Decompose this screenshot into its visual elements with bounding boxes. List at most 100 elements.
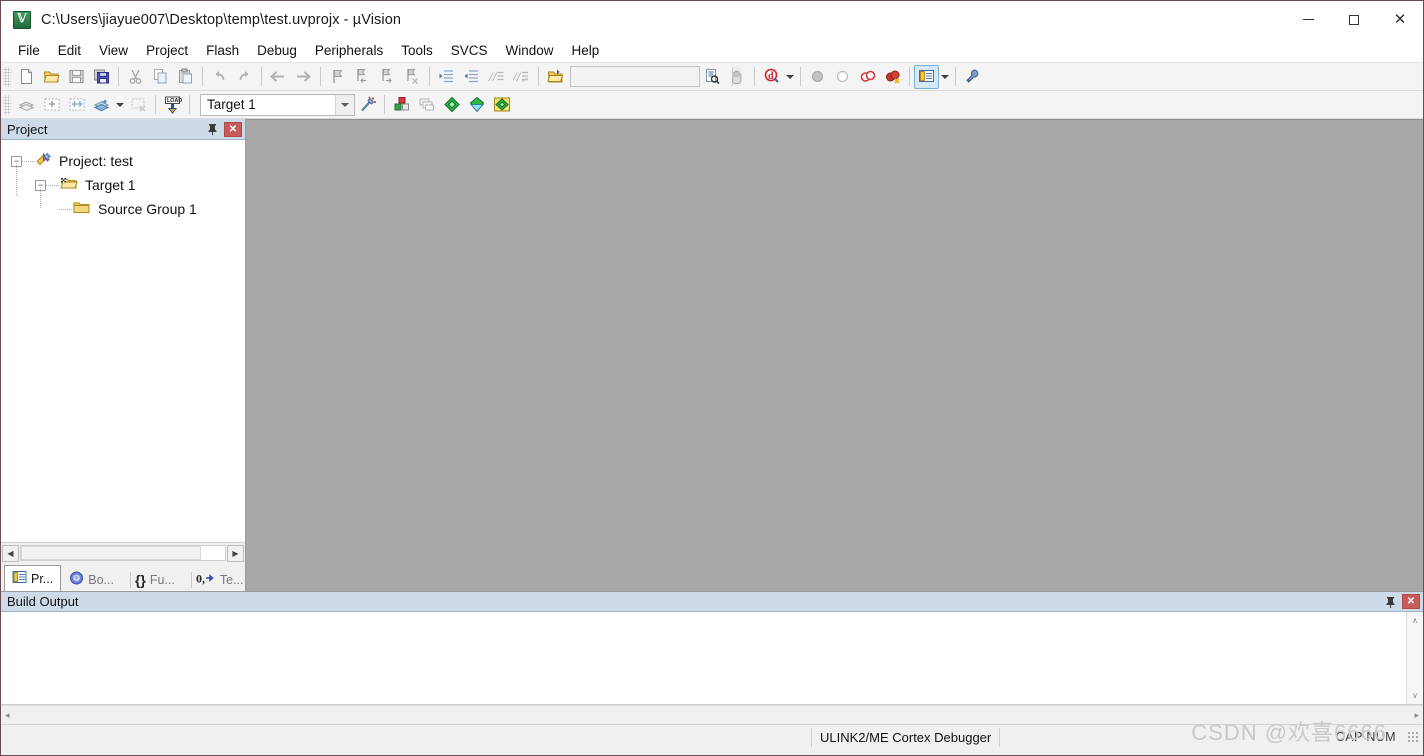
menu-tools[interactable]: Tools <box>392 40 442 61</box>
pack-installer-icon[interactable] <box>439 93 464 117</box>
menu-project[interactable]: Project <box>137 40 197 61</box>
indent-icon[interactable] <box>434 65 459 89</box>
batch-build-icon[interactable] <box>89 93 114 117</box>
tab-label: Fu... <box>149 572 175 587</box>
close-button[interactable]: ✕ <box>1377 1 1423 38</box>
save-icon[interactable] <box>64 65 89 89</box>
project-panel: Project ✕ − Project: test − Target 1 Sou… <box>1 119 246 591</box>
tree-node-project[interactable]: − Project: test <box>11 149 245 173</box>
tab-templates[interactable]: 0, Te... <box>183 567 252 591</box>
navigate-forward-icon[interactable] <box>291 65 316 89</box>
target-select[interactable]: Target 1 <box>200 93 355 116</box>
scroll-track[interactable] <box>1407 629 1423 687</box>
build-output-text[interactable] <box>1 612 1406 704</box>
window-manager-icon[interactable] <box>914 64 939 89</box>
build-output-vscrollbar[interactable]: ∧ ∨ <box>1406 612 1423 704</box>
menu-window[interactable]: Window <box>496 40 562 61</box>
toolbar-separator <box>189 95 190 114</box>
batch-build-dropdown-arrow[interactable] <box>114 93 126 117</box>
undo-icon[interactable] <box>207 65 232 89</box>
new-file-icon[interactable] <box>14 65 39 89</box>
menu-edit[interactable]: Edit <box>49 40 90 61</box>
copy-icon[interactable] <box>148 65 173 89</box>
project-hscrollbar[interactable]: ◀ ▶ <box>1 542 245 563</box>
tree-node-source-group[interactable]: Source Group 1 <box>11 185 245 221</box>
toolbar-grip[interactable] <box>3 66 11 87</box>
download-icon[interactable]: LOAD <box>160 93 185 117</box>
save-all-icon[interactable] <box>89 65 114 89</box>
navigate-back-icon[interactable] <box>266 65 291 89</box>
tree-node-label: Project: test <box>59 153 133 169</box>
outdent-icon[interactable] <box>459 65 484 89</box>
scroll-right-button[interactable]: ▶ <box>227 544 244 562</box>
tree-node-target[interactable]: − Target 1 <box>11 161 245 197</box>
start-debug-icon[interactable]: d <box>759 65 784 89</box>
build-output-hscrollbar[interactable]: ◂ ▸ <box>1 705 1423 724</box>
disable-all-breakpoints-icon[interactable] <box>855 65 880 89</box>
menu-svcs[interactable]: SVCS <box>442 40 497 61</box>
tab-books[interactable]: ? Bo... <box>61 567 122 591</box>
select-software-packs-icon[interactable] <box>489 93 514 117</box>
build-target-icon[interactable] <box>39 93 64 117</box>
kill-all-breakpoints-icon[interactable] <box>880 65 905 89</box>
scroll-thumb[interactable] <box>21 546 201 560</box>
resize-grip[interactable] <box>1406 730 1420 744</box>
toolbar-separator <box>320 67 321 86</box>
search-combobox[interactable] <box>570 66 741 87</box>
pin-icon[interactable] <box>204 121 221 138</box>
editor-mdi-area[interactable] <box>246 119 1423 591</box>
bookmark-toggle-icon[interactable] <box>325 65 350 89</box>
toolbar-grip[interactable] <box>3 94 11 115</box>
menu-help[interactable]: Help <box>563 40 609 61</box>
scroll-left-button[interactable]: ◂ <box>1 710 14 721</box>
window-manager-dropdown-arrow[interactable] <box>939 65 951 89</box>
menu-file[interactable]: File <box>9 40 49 61</box>
menu-view[interactable]: View <box>90 40 137 61</box>
toolbar-separator <box>800 67 801 86</box>
comment-icon[interactable]: // <box>484 65 509 89</box>
bookmark-prev-icon[interactable] <box>350 65 375 89</box>
scroll-down-button[interactable]: ∨ <box>1407 687 1423 704</box>
bookmark-clear-icon[interactable] <box>400 65 425 89</box>
tab-project[interactable]: Pr... <box>4 565 62 591</box>
pin-icon[interactable] <box>1382 593 1399 610</box>
close-icon[interactable]: ✕ <box>224 121 242 137</box>
build-output-header: Build Output ✕ <box>1 591 1423 612</box>
rebuild-all-icon[interactable] <box>64 93 89 117</box>
configuration-wizard-icon[interactable] <box>960 65 985 89</box>
insert-breakpoint-icon[interactable] <box>805 65 830 89</box>
stop-build-icon[interactable] <box>126 93 151 117</box>
minimize-button[interactable] <box>1285 1 1331 38</box>
redo-icon[interactable] <box>232 65 257 89</box>
scroll-right-button[interactable]: ▸ <box>1410 710 1423 721</box>
maximize-button[interactable] <box>1331 1 1377 38</box>
open-folder-icon[interactable] <box>543 65 568 89</box>
target-dropdown-arrow[interactable] <box>335 94 354 115</box>
menu-peripherals[interactable]: Peripherals <box>306 40 392 61</box>
translate-file-icon[interactable] <box>14 93 39 117</box>
debug-dropdown-arrow[interactable] <box>784 65 796 89</box>
manage-project-items-icon[interactable] <box>389 93 414 117</box>
target-options-icon[interactable] <box>355 93 380 117</box>
menu-flash[interactable]: Flash <box>197 40 248 61</box>
uncomment-icon[interactable]: // <box>509 65 534 89</box>
bookmark-next-icon[interactable] <box>375 65 400 89</box>
disable-breakpoint-icon[interactable] <box>830 65 855 89</box>
incremental-find-icon[interactable] <box>725 65 750 89</box>
manage-multi-project-icon[interactable] <box>414 93 439 117</box>
cut-icon[interactable] <box>123 65 148 89</box>
close-icon[interactable]: ✕ <box>1402 594 1420 609</box>
tab-functions[interactable]: {} Fu... <box>122 567 183 591</box>
manage-run-time-env-icon[interactable] <box>464 93 489 117</box>
main-area: Project ✕ − Project: test − Target 1 Sou… <box>1 119 1423 591</box>
project-panel-header: Project ✕ <box>1 119 245 140</box>
menu-debug[interactable]: Debug <box>248 40 306 61</box>
paste-icon[interactable] <box>173 65 198 89</box>
scroll-up-button[interactable]: ∧ <box>1407 612 1423 629</box>
open-file-icon[interactable] <box>39 65 64 89</box>
build-output-body: ∧ ∨ <box>1 612 1423 705</box>
scroll-left-button[interactable]: ◀ <box>2 544 19 562</box>
project-tree[interactable]: − Project: test − Target 1 Source Group … <box>1 140 245 542</box>
scroll-track[interactable] <box>20 545 226 561</box>
find-in-files-icon[interactable] <box>700 65 725 89</box>
